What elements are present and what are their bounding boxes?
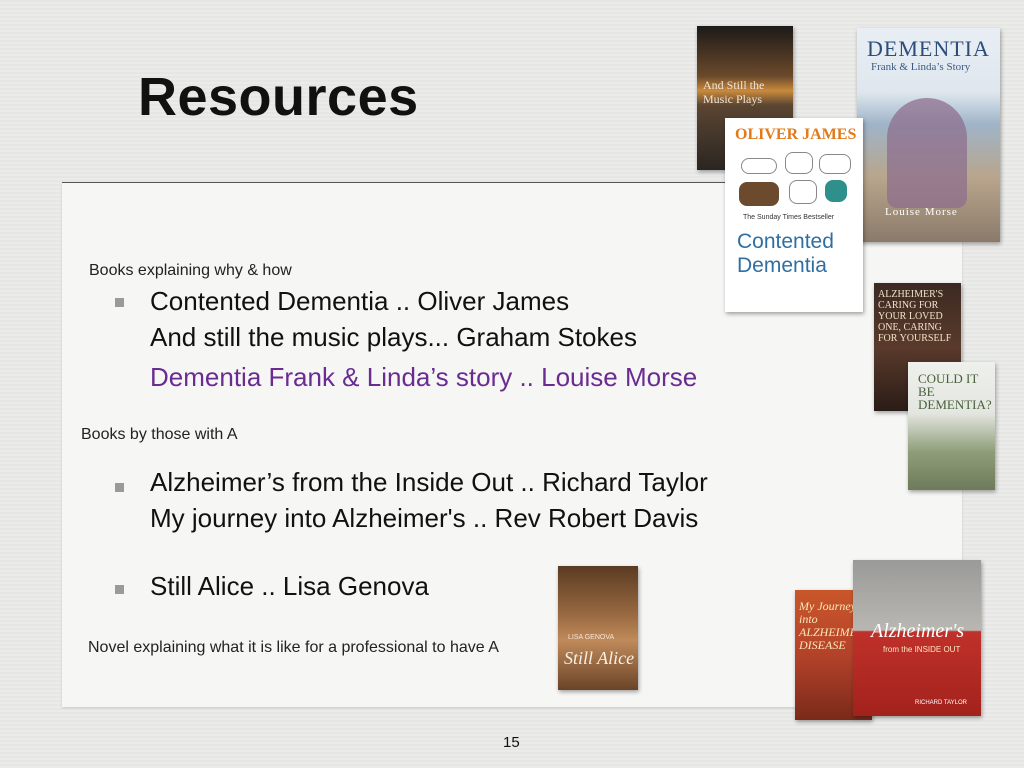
bullet-icon [115,298,124,307]
cover-title: COULD IT BE DEMENTIA? [918,371,992,412]
cover-title: Still Alice [564,648,635,668]
page-number: 15 [503,734,520,751]
cover-author: RICHARD TAYLOR [915,700,968,706]
cup-icon [789,180,817,204]
cover-author: Louise Morse [885,206,958,218]
slide-title: Resources [138,67,419,127]
book-cover-inside-out: Alzheimer's from the INSIDE OUT RICHARD … [853,560,981,716]
cover-tagline: The Sunday Times Bestseller [743,214,835,221]
book-cover-dementia-frank-linda: DEMENTIA Frank & Linda’s Story Louise Mo… [857,28,1000,242]
glasses-icon [741,158,777,174]
couple-image [887,98,967,208]
list-item: My journey into Alzheimer's .. Rev Rober… [150,503,699,533]
cover-author: LISA GENOVA [568,634,615,641]
mug-icon [825,180,847,202]
cover-subtitle: Frank & Linda’s Story [871,61,971,73]
list-item: Dementia Frank & Linda’s story .. Louise… [150,362,698,392]
cover-title: Contented Dementia [737,230,834,277]
book-cover-still-alice: LISA GENOVA Still Alice [558,566,638,690]
bullet-icon [115,483,124,492]
list-item: Contented Dementia .. Oliver James [150,286,570,316]
book-cover-contented-dementia: OLIVER JAMES The Sunday Times Bestseller… [725,118,863,312]
list-item: Still Alice .. Lisa Genova [150,571,429,601]
list-item: Alzheimer’s from the Inside Out .. Richa… [150,467,708,497]
book-cover-could-it-be-dementia: COULD IT BE DEMENTIA? [908,362,995,490]
section-label-why-how: Books explaining why & how [89,262,292,279]
section-label-by-those: Books by those with A [81,426,238,443]
section-label-novel: Novel explaining what it is like for a p… [88,639,499,656]
bullet-icon [115,585,124,594]
cover-author: OLIVER JAMES [735,126,857,143]
cover-title: Alzheimer's [871,620,965,642]
list-item: And still the music plays... Graham Stok… [150,322,637,352]
cover-subtitle: from the INSIDE OUT [883,645,961,654]
card-icon [819,154,851,174]
cover-title: DEMENTIA [867,36,990,61]
keys-icon [785,152,813,174]
wallet-icon [739,182,779,206]
cover-title: And Still the Music Plays [703,78,765,106]
cover-title: ALZHEIMER'S CARING FOR YOUR LOVED ONE, C… [878,289,952,344]
